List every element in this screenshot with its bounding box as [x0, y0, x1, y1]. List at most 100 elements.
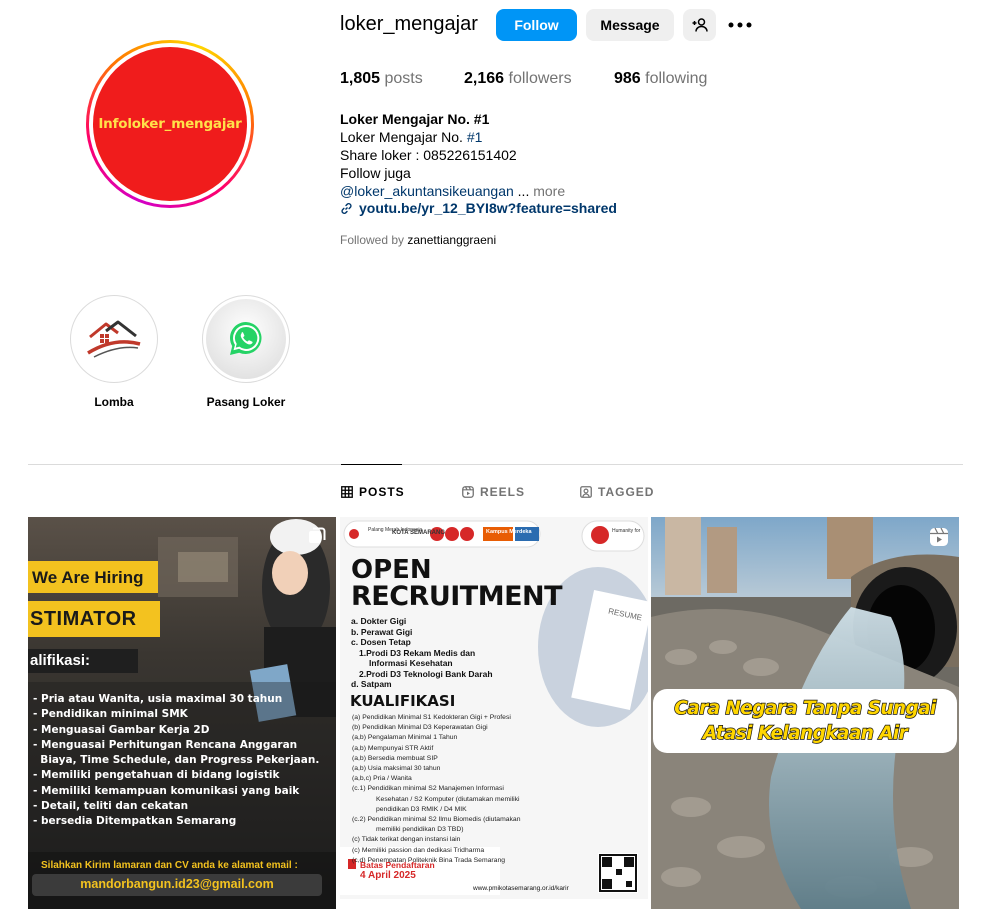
following-link[interactable]: 986 following — [614, 70, 707, 88]
followers-count-label: followers — [508, 70, 572, 87]
tab-reels[interactable]: REELS — [462, 485, 525, 499]
bio-line-2: Share loker : 085226151402 — [340, 147, 517, 163]
post-2-qual: Kesehatan / S2 Komputer (diutamakan memi… — [376, 795, 520, 803]
followed-by[interactable]: Followed by zanettianggraeni — [340, 233, 496, 247]
post-2-kampus-tag: Kampus Merdeka — [486, 529, 532, 535]
bio-hashtag-link[interactable]: #1 — [467, 129, 483, 145]
post-2-position: 2.Prodi D3 Teknologi Bank Darah — [359, 668, 493, 679]
suggested-accounts-button[interactable] — [683, 9, 716, 41]
more-options-icon — [728, 22, 752, 28]
post-tile-3[interactable]: Cara Negara Tanpa Sungai Atasi Kelangkaa… — [651, 517, 959, 909]
following-count-label: following — [645, 70, 708, 87]
profile-avatar-story-ring[interactable]: Infoloker_mengajar — [86, 40, 254, 208]
post-2-position: 1.Prodi D3 Rekam Medis dan — [359, 647, 476, 658]
post-2-qual: (c.2) Pendidikan minimal S2 Ilmu Biomedi… — [352, 816, 521, 824]
post-2-qual: (a) Pendidikan Minimal S1 Kedokteran Gig… — [352, 714, 511, 721]
add-user-icon — [692, 18, 708, 32]
bio-line-1-text: Loker Mengajar No. — [340, 129, 463, 145]
posts-count-label: posts — [384, 70, 423, 87]
bio-link-text: youtu.be/yr_12_BYI8w?feature=shared — [359, 200, 617, 216]
options-button[interactable] — [728, 14, 752, 36]
whatsapp-icon — [229, 322, 262, 355]
post-2-city-tag: KOTA SEMARANG — [392, 530, 445, 536]
highlight-image — [74, 299, 154, 379]
highlight-cover — [202, 295, 290, 383]
highlight-cover — [70, 295, 158, 383]
post-2-qual: (a,b) Pengalaman Minimal 1 Tahun — [352, 734, 458, 742]
post-2-humanity-tag: Humanity for — [612, 528, 641, 534]
post-2-deadline-label: Batas Pendaftaran — [360, 860, 435, 870]
post-2-quals: (a) Pendidikan Minimal S1 Kedokteran Gig… — [352, 713, 582, 866]
bio-ellipsis: ... — [513, 183, 530, 199]
bio-external-link[interactable]: youtu.be/yr_12_BYI8w?feature=shared — [340, 199, 617, 217]
carousel-icon — [309, 527, 326, 543]
post-1-list: - Pria atau Wanita, usia maximal 30 tahu… — [33, 692, 333, 830]
highlight-label: Pasang Loker — [206, 395, 286, 409]
post-2-website: www.pmikotasemarang.or.id/karir — [473, 885, 569, 892]
post-1-title: STIMATOR — [30, 608, 137, 630]
post-tile-1[interactable]: We Are Hiring STIMATOR alifikasi: - Pria… — [28, 517, 336, 909]
post-2-qual: (c) Tidak terikat dengan instansi lain — [352, 836, 461, 844]
link-icon — [341, 202, 352, 214]
post-2-qual-title: KUALIFIKASI — [350, 692, 456, 710]
post-2-qual: (c) Memiliki passion dan dedikasi Tridha… — [352, 846, 485, 854]
avatar-text: Infoloker_mengajar — [98, 116, 242, 132]
post-1-item: - Menguasai Perhitungan Rencana Anggaran — [33, 738, 298, 751]
post-1-item: - Detail, teliti dan cekatan — [33, 800, 189, 813]
post-2-qual: (a,b) Mempunyai STR Aktif — [352, 744, 434, 752]
profile-username: loker_mengajar — [340, 13, 478, 35]
message-button[interactable]: Message — [586, 9, 674, 41]
bio-line-4: @loker_akuntansikeuangan ... more — [340, 182, 565, 200]
post-3-caption-line-1: Cara Negara Tanpa Sungai — [674, 697, 938, 719]
post-2-position: c. Dosen Tetap — [351, 637, 411, 647]
highlight-label: Lomba — [94, 395, 134, 409]
profile-avatar[interactable]: Infoloker_mengajar — [93, 47, 247, 201]
post-2-position: d. Satpam — [351, 679, 392, 689]
follow-button[interactable]: Follow — [496, 9, 577, 41]
following-count-value: 986 — [614, 70, 641, 87]
reels-icon — [930, 527, 948, 546]
post-2-qual: pendidikan D3 RMIK / D4 MIK — [376, 805, 467, 813]
post-2-qual: (b) Pendidikan Minimal D3 Keperawatan Gi… — [352, 724, 488, 732]
post-1-item: - Pendidikan minimal SMK — [33, 708, 188, 721]
post-3-caption: Cara Negara Tanpa Sungai Atasi Kelangkaa… — [653, 696, 957, 746]
post-2-qual: (a,b) Bersedia membuat SIP — [352, 754, 438, 762]
tab-tagged[interactable]: TAGGED — [580, 485, 654, 499]
highlight-lomba[interactable]: Lomba — [70, 295, 158, 409]
followed-by-label: Followed by — [340, 233, 405, 247]
profile-full-name: Loker Mengajar No. #1 — [340, 111, 490, 127]
post-1-item: - Pria atau Wanita, usia maximal 30 tahu… — [33, 693, 283, 705]
posts-count: 1,805 posts — [340, 70, 423, 88]
house-logo-icon — [87, 320, 141, 358]
reel-indicator — [929, 527, 949, 552]
tabs-divider — [28, 464, 963, 465]
post-2-qual: memiliki pendidikan D3 TBD) — [376, 826, 464, 834]
post-tile-2[interactable]: Palang Merah Indonesia KOTA SEMARANG Kam… — [340, 517, 648, 909]
post-2-deadline-date: 4 April 2025 — [360, 870, 416, 881]
tagged-icon — [580, 486, 592, 498]
post-1-banner: We Are Hiring — [32, 568, 144, 587]
post-1-item: - Memiliki kemampuan komunikasi yang bai… — [33, 784, 300, 797]
bio-mention-link[interactable]: @loker_akuntansikeuangan — [340, 183, 514, 199]
tab-posts[interactable]: POSTS — [341, 485, 405, 499]
post-1-item: - bersedia Ditempatkan Semarang — [33, 815, 237, 828]
bio-line-3: Follow juga — [340, 165, 411, 181]
bio-more-button[interactable]: more — [533, 183, 565, 199]
post-1-item: - Menguasai Gambar Kerja 2D — [33, 723, 210, 736]
reels-icon — [462, 486, 474, 498]
highlight-pasang-loker[interactable]: Pasang Loker — [202, 295, 290, 409]
post-2-title-2: RECRUITMENT — [351, 581, 563, 612]
tab-reels-label: REELS — [480, 485, 526, 499]
post-3-caption-line-2: Atasi Kelangkaan Air — [702, 722, 908, 744]
active-tab-indicator — [341, 464, 402, 465]
post-1-email: mandorbangun.id23@gmail.com — [80, 877, 274, 891]
post-2-qual: (a,b,c) Pria / Wanita — [352, 775, 412, 783]
post-2-position: Informasi Kesehatan — [369, 658, 453, 668]
post-1-item: - Memiliki pengetahuan di bidang logisti… — [33, 769, 280, 782]
post-1-item: Biaya, Time Schedule, dan Progress Peker… — [33, 754, 320, 767]
followers-link[interactable]: 2,166 followers — [464, 70, 572, 88]
post-2-qual: (c.1) Pendidikan minimal S2 Manajemen In… — [352, 785, 504, 793]
posts-count-value: 1,805 — [340, 70, 381, 87]
post-2-qual: (a,b) Usia maksimal 30 tahun — [352, 765, 441, 773]
post-2-position: a. Dokter Gigi — [351, 616, 407, 626]
